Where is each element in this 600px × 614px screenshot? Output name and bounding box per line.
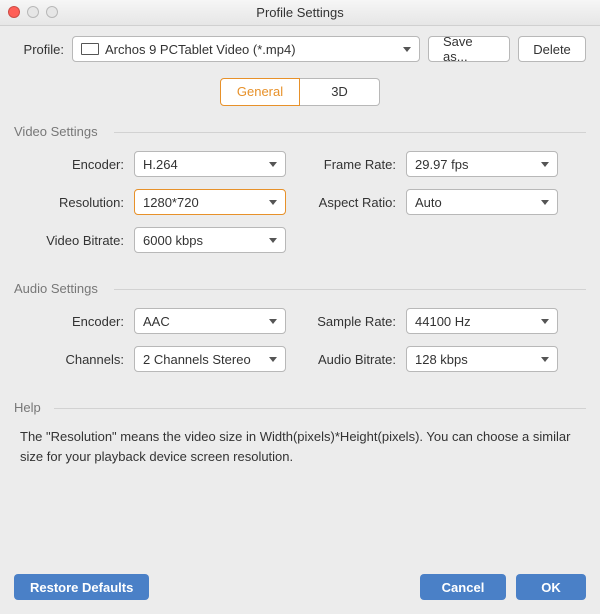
delete-button[interactable]: Delete bbox=[518, 36, 586, 62]
close-window-button[interactable] bbox=[8, 6, 20, 18]
video-bitrate-value: 6000 kbps bbox=[143, 233, 203, 248]
minimize-window-button[interactable] bbox=[27, 6, 39, 18]
chevron-down-icon bbox=[541, 319, 549, 324]
save-as-button[interactable]: Save as... bbox=[428, 36, 510, 62]
profile-select[interactable]: Archos 9 PCTablet Video (*.mp4) bbox=[72, 36, 420, 62]
audio-settings-title: Audio Settings bbox=[14, 281, 586, 296]
frame-rate-label: Frame Rate: bbox=[286, 157, 406, 172]
cancel-button[interactable]: Cancel bbox=[420, 574, 506, 600]
video-bitrate-label: Video Bitrate: bbox=[14, 233, 134, 248]
help-title: Help bbox=[14, 400, 586, 415]
video-settings-group: Video Settings Encoder: H.264 Frame Rate… bbox=[14, 124, 586, 253]
tabs: General 3D bbox=[14, 78, 586, 106]
audio-encoder-label: Encoder: bbox=[14, 314, 134, 329]
audio-settings-group: Audio Settings Encoder: AAC Sample Rate:… bbox=[14, 281, 586, 372]
sample-rate-value: 44100 Hz bbox=[415, 314, 471, 329]
chevron-down-icon bbox=[269, 357, 277, 362]
chevron-down-icon bbox=[541, 200, 549, 205]
resolution-select[interactable]: 1280*720 bbox=[134, 189, 286, 215]
chevron-down-icon bbox=[541, 162, 549, 167]
frame-rate-value: 29.97 fps bbox=[415, 157, 469, 172]
help-text: The "Resolution" means the video size in… bbox=[14, 427, 586, 466]
chevron-down-icon bbox=[403, 47, 411, 52]
window-title: Profile Settings bbox=[256, 5, 343, 20]
tab-3d[interactable]: 3D bbox=[300, 78, 380, 106]
audio-bitrate-value: 128 kbps bbox=[415, 352, 468, 367]
audio-encoder-value: AAC bbox=[143, 314, 170, 329]
restore-defaults-button[interactable]: Restore Defaults bbox=[14, 574, 149, 600]
tab-general[interactable]: General bbox=[220, 78, 300, 106]
video-settings-title: Video Settings bbox=[14, 124, 586, 139]
channels-label: Channels: bbox=[14, 352, 134, 367]
chevron-down-icon bbox=[269, 200, 277, 205]
profile-label: Profile: bbox=[14, 42, 64, 57]
aspect-ratio-value: Auto bbox=[415, 195, 442, 210]
chevron-down-icon bbox=[269, 162, 277, 167]
device-icon bbox=[81, 43, 99, 55]
aspect-ratio-select[interactable]: Auto bbox=[406, 189, 558, 215]
frame-rate-select[interactable]: 29.97 fps bbox=[406, 151, 558, 177]
audio-encoder-select[interactable]: AAC bbox=[134, 308, 286, 334]
audio-bitrate-select[interactable]: 128 kbps bbox=[406, 346, 558, 372]
titlebar: Profile Settings bbox=[0, 0, 600, 26]
zoom-window-button[interactable] bbox=[46, 6, 58, 18]
video-encoder-value: H.264 bbox=[143, 157, 178, 172]
window-controls bbox=[8, 6, 58, 18]
profile-row: Profile: Archos 9 PCTablet Video (*.mp4)… bbox=[14, 36, 586, 62]
channels-value: 2 Channels Stereo bbox=[143, 352, 251, 367]
content: Profile: Archos 9 PCTablet Video (*.mp4)… bbox=[0, 26, 600, 614]
video-bitrate-select[interactable]: 6000 kbps bbox=[134, 227, 286, 253]
profile-selected: Archos 9 PCTablet Video (*.mp4) bbox=[105, 42, 296, 57]
channels-select[interactable]: 2 Channels Stereo bbox=[134, 346, 286, 372]
ok-button[interactable]: OK bbox=[516, 574, 586, 600]
chevron-down-icon bbox=[269, 319, 277, 324]
help-group: Help The "Resolution" means the video si… bbox=[14, 400, 586, 466]
aspect-ratio-label: Aspect Ratio: bbox=[286, 195, 406, 210]
audio-bitrate-label: Audio Bitrate: bbox=[286, 352, 406, 367]
chevron-down-icon bbox=[541, 357, 549, 362]
resolution-value: 1280*720 bbox=[143, 195, 199, 210]
sample-rate-label: Sample Rate: bbox=[286, 314, 406, 329]
chevron-down-icon bbox=[269, 238, 277, 243]
footer: Restore Defaults Cancel OK bbox=[14, 574, 586, 600]
video-encoder-label: Encoder: bbox=[14, 157, 134, 172]
sample-rate-select[interactable]: 44100 Hz bbox=[406, 308, 558, 334]
resolution-label: Resolution: bbox=[14, 195, 134, 210]
video-encoder-select[interactable]: H.264 bbox=[134, 151, 286, 177]
